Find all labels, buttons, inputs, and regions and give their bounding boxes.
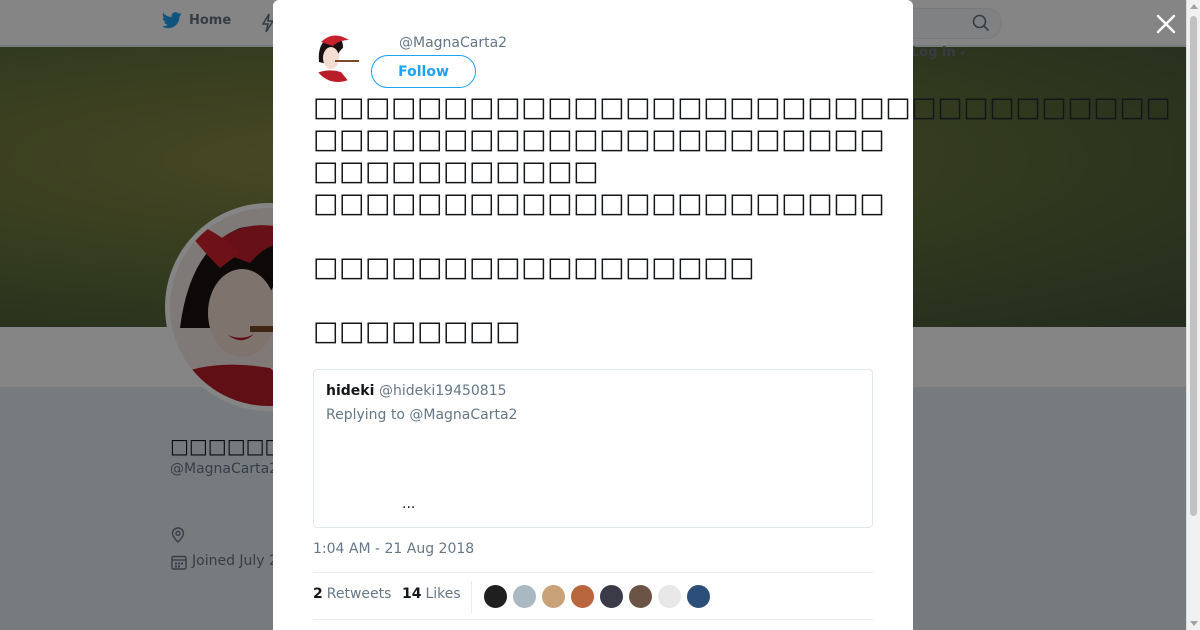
liker-avatar[interactable]: [570, 584, 595, 609]
retweets-label: Retweets: [326, 586, 392, 602]
liker-avatar[interactable]: [628, 584, 653, 609]
liker-avatars: [483, 584, 711, 609]
quoted-author-handle: @hideki19450815: [379, 383, 507, 399]
quoted-text-ellipsis: ...: [402, 496, 416, 512]
tweet-timestamp[interactable]: 1:04 AM - 21 Aug 2018: [313, 541, 474, 557]
quoted-tweet[interactable]: hideki @hideki19450815 Replying to @Magn…: [313, 369, 873, 528]
liker-avatar[interactable]: [657, 584, 682, 609]
scroll-down-arrow-icon[interactable]: [1190, 621, 1198, 626]
liker-avatar[interactable]: [483, 584, 508, 609]
likes-count: 14: [402, 586, 422, 602]
quoted-replying-to: Replying to @MagnaCarta2: [326, 407, 518, 423]
quoted-author-name: hideki: [326, 383, 375, 399]
tweet-text: □□□□□□□□□□□□□□□□□□□□□□□□□□□□□□□□□ □□□□□□…: [313, 92, 1172, 347]
close-icon[interactable]: [1154, 12, 1178, 36]
retweets-count: 2: [313, 586, 323, 602]
liker-avatar[interactable]: [541, 584, 566, 609]
liker-avatar[interactable]: [599, 584, 624, 609]
stats-divider: [471, 581, 472, 613]
scrollbar-thumb[interactable]: [1190, 16, 1197, 516]
liker-avatar[interactable]: [686, 584, 711, 609]
scroll-up-arrow-icon[interactable]: [1190, 4, 1198, 9]
likes-stat[interactable]: 14 Likes: [402, 586, 461, 602]
author-handle[interactable]: @MagnaCarta2: [399, 35, 507, 51]
retweets-stat[interactable]: 2 Retweets: [313, 586, 391, 602]
liker-avatar[interactable]: [512, 584, 537, 609]
tweet-modal: @MagnaCarta2 Follow □□□□□□□□□□□□□□□□□□□□…: [273, 0, 1172, 630]
follow-button[interactable]: Follow: [371, 55, 476, 88]
author-avatar[interactable]: [313, 32, 363, 82]
likes-label: Likes: [425, 586, 461, 602]
page-scrollbar[interactable]: [1186, 0, 1200, 630]
tweet-stats: 2 Retweets 14 Likes: [313, 572, 873, 620]
